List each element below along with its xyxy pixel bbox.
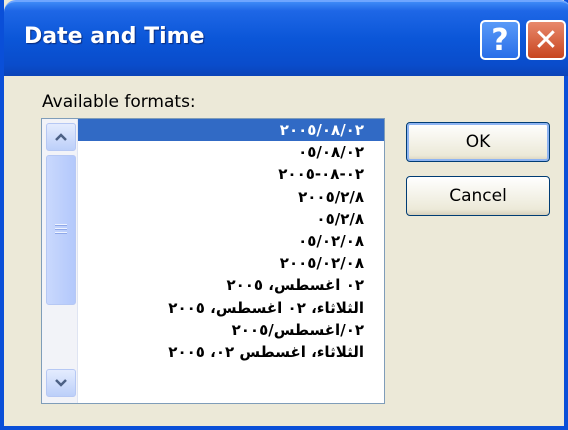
chevron-up-icon (55, 133, 67, 141)
scroll-up-button[interactable] (46, 123, 76, 151)
list-item[interactable]: ٠٢/اغسطس/٢٠٠٥ (78, 319, 384, 341)
list-item[interactable]: ٢٠٠٥/٢/٨ (78, 186, 384, 208)
list-item[interactable]: ٢٠٠٥/٠٨/٠٢ (78, 119, 384, 142)
list-item[interactable]: ٠٥/٢/٨ (78, 208, 384, 230)
list-item[interactable]: ٢٠٠٥/٠٢/٠٨ (78, 252, 384, 274)
available-formats-label: Available formats: (42, 92, 196, 112)
list-item[interactable]: ٠٥/٠٨/٠٢ (78, 141, 384, 163)
list-item[interactable]: ٠٢ اغسطس، ٢٠٠٥ (78, 274, 384, 296)
grip-icon (55, 224, 67, 236)
title-bar[interactable]: Date and Time ? ✕ (4, 0, 568, 76)
dialog-title: Date and Time (24, 24, 205, 49)
scroll-thumb[interactable] (46, 155, 76, 305)
list-item[interactable]: ٠٥/٠٢/٠٨ (78, 230, 384, 252)
scroll-down-button[interactable] (46, 369, 76, 397)
close-button[interactable]: ✕ (526, 20, 566, 60)
ok-button[interactable]: OK (406, 122, 550, 162)
date-time-dialog: Date and Time ? ✕ Available formats: ٢٠٠… (0, 0, 568, 430)
cancel-button[interactable]: Cancel (406, 176, 550, 216)
help-button[interactable]: ? (480, 20, 520, 60)
help-icon: ? (491, 22, 509, 58)
list-item[interactable]: ٠٢-٠٨-٢٠٠٥ (78, 163, 384, 185)
vertical-scrollbar[interactable] (42, 119, 78, 403)
format-list: ٢٠٠٥/٠٨/٠٢ ٠٥/٠٨/٠٢ ٠٢-٠٨-٢٠٠٥ ٢٠٠٥/٢/٨ ٠٥/٢… (78, 119, 384, 403)
chevron-down-icon (55, 379, 67, 387)
list-item[interactable]: الثلاثاء، ٠٢ اغسطس، ٢٠٠٥ (78, 297, 384, 319)
list-item[interactable]: الثلاثاء، اغسطس ٠٢، ٢٠٠٥ (78, 341, 384, 363)
close-icon: ✕ (533, 22, 559, 58)
formats-listbox[interactable]: ٢٠٠٥/٠٨/٠٢ ٠٥/٠٨/٠٢ ٠٢-٠٨-٢٠٠٥ ٢٠٠٥/٢/٨ ٠٥/٢… (41, 118, 385, 404)
